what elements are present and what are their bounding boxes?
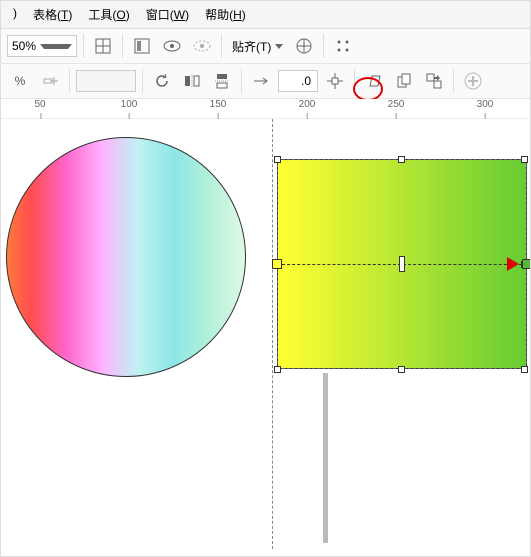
toolbar-row-2: % .0 (1, 64, 530, 99)
menu-help[interactable]: 帮助(H) (199, 4, 252, 25)
ruler-tick: 50 (34, 99, 45, 110)
add-node-button[interactable] (37, 68, 63, 94)
snap-menu[interactable]: 贴齐(T) (228, 38, 287, 55)
copy-properties-button[interactable] (391, 68, 417, 94)
menu-tools[interactable]: 工具(O) (82, 4, 135, 25)
selection-handle-nw[interactable] (274, 156, 281, 163)
chevron-down-icon (275, 44, 283, 49)
ruler-tick: 250 (388, 99, 405, 110)
mirror-h-icon[interactable] (179, 68, 205, 94)
gradient-direction-arrow (507, 257, 519, 271)
zoom-value: 50% (12, 39, 36, 53)
menu-item-partial[interactable]: ) (7, 4, 23, 25)
gradient-stop-start[interactable] (272, 259, 282, 269)
selection-handle-s[interactable] (398, 366, 405, 373)
eye-icon[interactable] (159, 33, 185, 59)
rotate-ccw-icon[interactable] (149, 68, 175, 94)
layout-icon[interactable] (129, 33, 155, 59)
zoom-select[interactable]: 50% (7, 35, 77, 57)
ruler-tick: 200 (299, 99, 316, 110)
selection-handle-se[interactable] (521, 366, 528, 373)
grid-icon[interactable] (90, 33, 116, 59)
options-icon[interactable] (330, 33, 356, 59)
gradient-stop-end[interactable] (522, 259, 530, 269)
anchor-center-icon[interactable] (322, 68, 348, 94)
menu-table[interactable]: 表格(T) (27, 4, 78, 25)
swap-icon[interactable] (421, 68, 447, 94)
chevron-down-icon (40, 44, 72, 49)
arrow-right-icon[interactable] (248, 68, 274, 94)
selection-handle-n[interactable] (398, 156, 405, 163)
skew-icon[interactable] (361, 68, 387, 94)
ruler-tick: 300 (477, 99, 494, 110)
ruler-horizontal: 50 100 150 200 250 300 (1, 99, 530, 119)
ruler-tick: 150 (210, 99, 227, 110)
percent-label: % (15, 74, 26, 88)
canvas[interactable] (1, 119, 530, 549)
selection-handle-ne[interactable] (521, 156, 528, 163)
ruler-tick: 100 (121, 99, 138, 110)
snap-label: 贴齐(T) (232, 38, 271, 55)
toolbar-row-1: 50% 贴齐(T) (1, 29, 530, 64)
rotation-value: .0 (301, 74, 311, 88)
mirror-v-icon[interactable] (209, 68, 235, 94)
circle-shape[interactable] (6, 137, 246, 377)
eye-off-icon[interactable] (189, 33, 215, 59)
menu-bar: ) 表格(T) 工具(O) 窗口(W) 帮助(H) (1, 1, 530, 29)
gradient-midpoint[interactable] (399, 256, 405, 272)
guide-vertical[interactable] (272, 119, 273, 549)
divider-stem (323, 373, 328, 543)
rotation-field[interactable]: .0 (278, 70, 318, 92)
menu-window[interactable]: 窗口(W) (140, 4, 195, 25)
width-field[interactable] (76, 70, 136, 92)
snap-toggle-icon[interactable] (291, 33, 317, 59)
selection-handle-sw[interactable] (274, 366, 281, 373)
percent-button[interactable]: % (7, 68, 33, 94)
add-button[interactable] (460, 68, 486, 94)
